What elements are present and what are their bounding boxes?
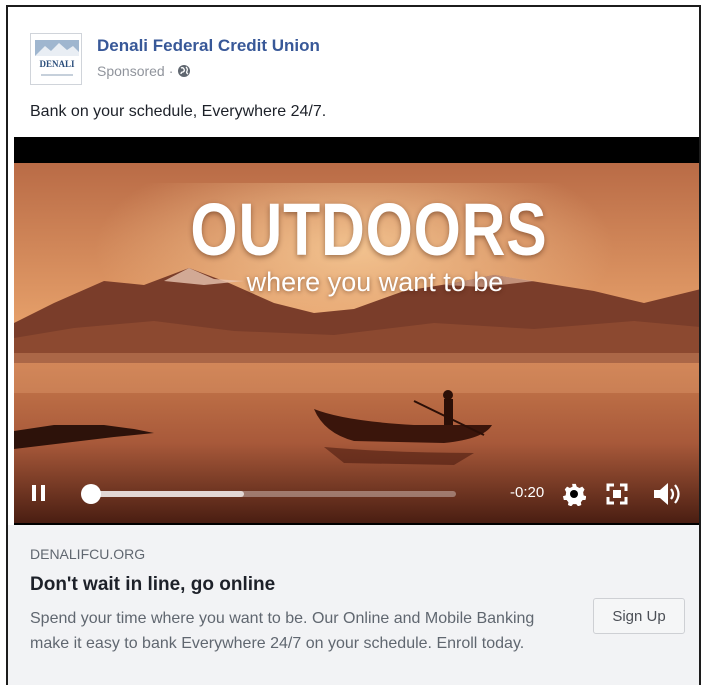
link-preview[interactable]: DENALIFCU.ORG Don't wait in line, go onl… bbox=[8, 525, 699, 685]
page-logo[interactable]: DENALI bbox=[30, 33, 82, 85]
sign-up-button[interactable]: Sign Up bbox=[593, 598, 685, 634]
sponsored-label[interactable]: Sponsored bbox=[97, 63, 165, 79]
page-name-link[interactable]: Denali Federal Credit Union bbox=[97, 36, 320, 56]
sponsored-post-card: DENALI Denali Federal Credit Union Spons… bbox=[6, 5, 701, 685]
pause-icon[interactable] bbox=[32, 485, 46, 501]
seek-handle[interactable] bbox=[81, 484, 102, 504]
post-header: DENALI Denali Federal Credit Union Spons… bbox=[30, 33, 670, 93]
link-headline[interactable]: Don't wait in line, go online bbox=[30, 574, 275, 596]
gear-icon[interactable] bbox=[562, 482, 587, 511]
link-description: Spend your time where you want to be. Ou… bbox=[30, 610, 535, 652]
globe-icon[interactable] bbox=[177, 64, 191, 78]
logo-wordmark: DENALI bbox=[39, 59, 75, 69]
video-title-overlay: OUTDOORS bbox=[190, 188, 548, 271]
link-domain: DENALIFCU.ORG bbox=[30, 546, 146, 562]
post-meta: Sponsored · bbox=[97, 63, 191, 79]
video-player[interactable]: OUTDOORS where you want to be -0:20 bbox=[14, 137, 699, 525]
fullscreen-icon[interactable] bbox=[606, 483, 628, 510]
video-subtitle-overlay: where you want to be bbox=[246, 267, 504, 297]
time-remaining: -0:20 bbox=[510, 484, 545, 501]
seek-bar[interactable] bbox=[81, 484, 456, 504]
volume-icon[interactable] bbox=[652, 481, 682, 512]
video-controls: -0:20 bbox=[14, 473, 699, 513]
buffered-bar bbox=[84, 491, 244, 497]
post-text: Bank on your schedule, Everywhere 24/7. bbox=[30, 103, 327, 120]
meta-separator: · bbox=[168, 63, 174, 79]
